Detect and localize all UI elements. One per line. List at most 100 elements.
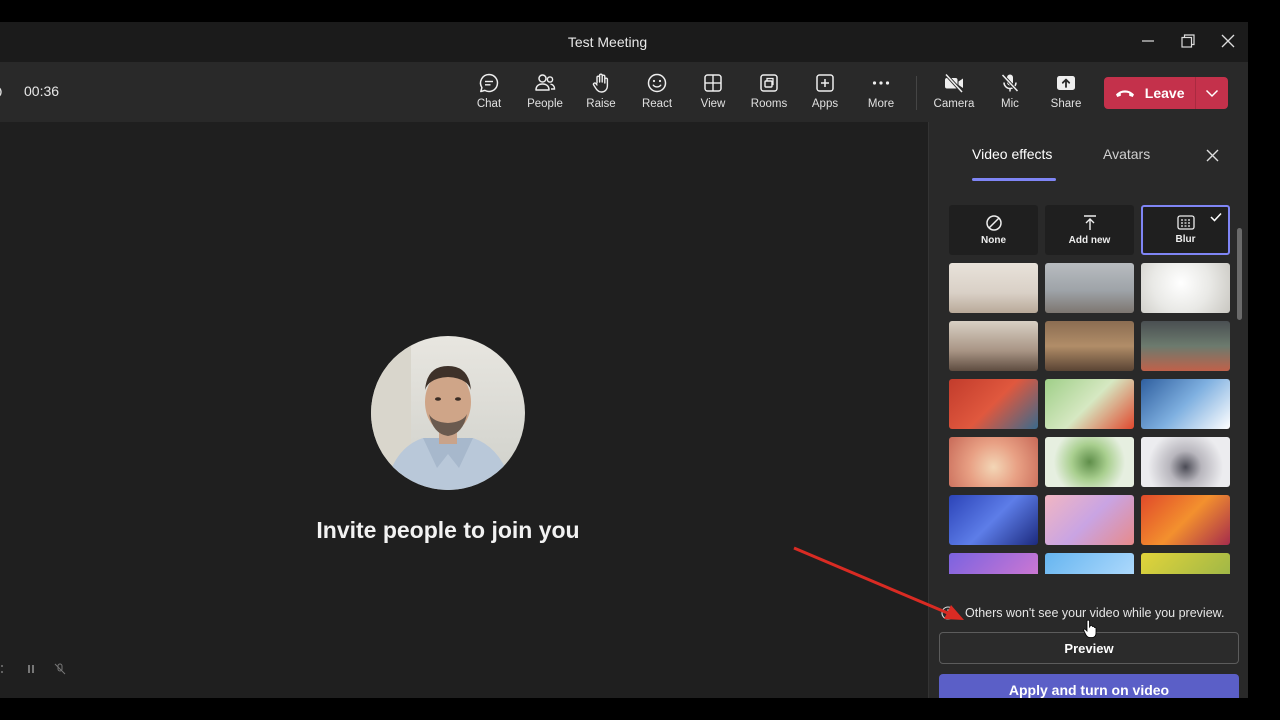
background-thumbnail[interactable]: [1141, 379, 1230, 429]
apps-button[interactable]: Apps: [797, 70, 853, 116]
camera-button[interactable]: Camera: [926, 70, 982, 116]
chat-label: Chat: [476, 98, 502, 110]
participant-avatar: [371, 336, 525, 490]
mic-muted-icon: [54, 663, 66, 675]
background-thumbnail[interactable]: [1141, 263, 1230, 313]
background-thumbnail[interactable]: [1141, 321, 1230, 371]
more-button[interactable]: More: [853, 70, 909, 116]
tab-avatars[interactable]: Avatars: [1103, 146, 1150, 162]
background-thumbnail[interactable]: [1141, 437, 1230, 487]
camera-off-icon: [944, 73, 964, 94]
share-label: Share: [1050, 98, 1082, 110]
raise-label: Raise: [586, 98, 616, 110]
mouse-cursor-icon: [1083, 619, 1097, 638]
blur-icon: [1176, 215, 1195, 230]
effect-add-new-label: Add new: [1068, 235, 1111, 246]
background-thumbnail[interactable]: [949, 553, 1038, 574]
background-thumbnail[interactable]: [1045, 495, 1134, 545]
invite-message: Invite people to join you: [316, 517, 580, 543]
effect-blur-label: Blur: [1175, 234, 1196, 245]
tab-video-effects[interactable]: Video effects: [972, 146, 1052, 162]
close-icon: [1221, 34, 1235, 48]
rooms-button[interactable]: Rooms: [741, 70, 797, 116]
background-thumbnail[interactable]: [1045, 321, 1134, 371]
mic-off-icon: [1001, 73, 1019, 93]
effect-blur[interactable]: Blur: [1141, 205, 1230, 255]
restore-button[interactable]: [1171, 26, 1205, 56]
rooms-icon: [760, 74, 778, 92]
hand-icon: [592, 73, 609, 93]
effect-none[interactable]: None: [949, 205, 1038, 255]
leave-control: Leave: [1104, 77, 1228, 109]
apply-and-turn-on-video-button[interactable]: Apply and turn on video: [939, 674, 1239, 698]
rooms-label: Rooms: [750, 98, 788, 110]
title-bar: Test Meeting: [0, 22, 1248, 62]
minimize-button[interactable]: [1131, 26, 1165, 56]
people-button[interactable]: People: [517, 70, 573, 116]
chevron-down-icon: [1206, 89, 1219, 98]
window-close-button[interactable]: [1211, 26, 1245, 56]
upload-icon: [1083, 215, 1096, 230]
react-label: React: [641, 98, 673, 110]
background-thumbnail[interactable]: [1045, 263, 1134, 313]
stage-status-icons: [0, 663, 66, 675]
preview-notice-text: Others won't see your video while you pr…: [965, 606, 1225, 620]
meeting-timer: 00:36: [24, 83, 60, 99]
react-button[interactable]: React: [629, 70, 685, 116]
grip-icon: [1, 665, 3, 673]
grid-icon: [704, 74, 722, 92]
info-icon: [941, 606, 955, 620]
panel-close-button[interactable]: [1199, 142, 1225, 168]
background-thumbnail[interactable]: [949, 495, 1038, 545]
background-thumbnail[interactable]: [949, 437, 1038, 487]
effect-none-label: None: [981, 235, 1006, 246]
mic-button[interactable]: Mic: [982, 70, 1038, 116]
active-tab-indicator: [972, 178, 1056, 181]
mic-label: Mic: [1001, 98, 1019, 110]
teams-meeting-window: Test Meeting 00:36 Chat People Raise Rea…: [0, 22, 1248, 698]
background-thumbnail[interactable]: [1045, 379, 1134, 429]
chat-icon: [479, 73, 499, 93]
checkmark-icon: [1210, 212, 1222, 222]
meeting-stage: Invite people to join you: [0, 122, 928, 698]
minimize-icon: [1142, 40, 1154, 42]
phone-hangup-icon: [1115, 90, 1134, 97]
view-label: View: [700, 98, 726, 110]
background-thumbnail[interactable]: [949, 379, 1038, 429]
share-icon: [1057, 76, 1075, 90]
leave-options-button[interactable]: [1195, 77, 1228, 109]
background-thumbnail[interactable]: [1045, 437, 1134, 487]
view-button[interactable]: View: [685, 70, 741, 116]
plus-box-icon: [816, 74, 834, 92]
effects-grid: None Add new Blur: [949, 205, 1234, 574]
meeting-toolbar: 00:36 Chat People Raise React View Rooms…: [0, 62, 1248, 122]
background-thumbnail[interactable]: [949, 263, 1038, 313]
people-label: People: [527, 98, 563, 110]
pause-icon: [28, 665, 34, 673]
shield-icon: [0, 87, 2, 97]
background-thumbnail[interactable]: [1045, 553, 1134, 574]
restore-icon: [1181, 34, 1195, 48]
camera-label: Camera: [933, 98, 975, 110]
leave-label: Leave: [1144, 85, 1185, 101]
more-label: More: [867, 98, 895, 110]
effect-add-new[interactable]: Add new: [1045, 205, 1134, 255]
raise-hand-button[interactable]: Raise: [573, 70, 629, 116]
effects-scrollbar[interactable]: [1237, 228, 1242, 320]
background-thumbnail[interactable]: [1141, 553, 1230, 574]
chat-button[interactable]: Chat: [461, 70, 517, 116]
leave-button[interactable]: Leave: [1104, 77, 1195, 109]
none-icon: [985, 215, 1002, 231]
smiley-icon: [647, 73, 667, 93]
toolbar-divider: [916, 76, 917, 110]
people-icon: [535, 74, 556, 91]
close-icon: [1206, 149, 1218, 161]
share-button[interactable]: Share: [1038, 70, 1094, 116]
meeting-title: Test Meeting: [567, 34, 648, 50]
more-icon: [872, 81, 890, 85]
preview-notice: Others won't see your video while you pr…: [941, 606, 1224, 620]
apps-label: Apps: [811, 98, 839, 110]
background-thumbnail[interactable]: [1141, 495, 1230, 545]
background-thumbnail[interactable]: [949, 321, 1038, 371]
video-effects-panel: Video effects Avatars None Add new Blur: [928, 122, 1248, 698]
